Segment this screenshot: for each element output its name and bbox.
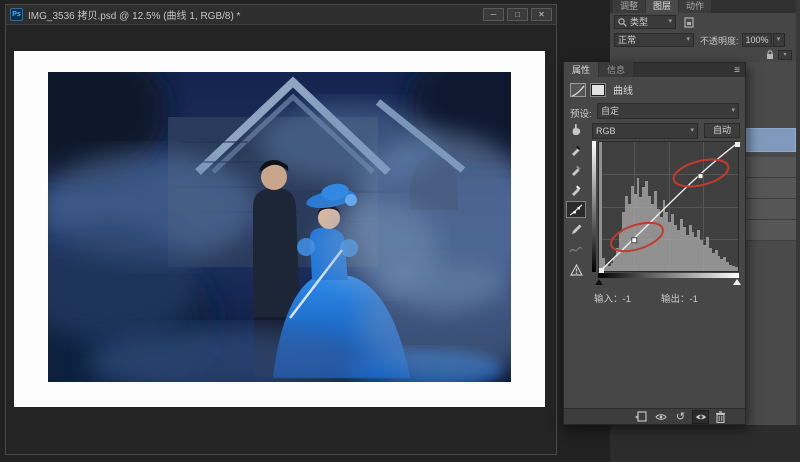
chevron-down-icon: ▾ — [668, 16, 672, 28]
canvas-paper — [14, 51, 545, 407]
panel-menu-icon[interactable]: ≡ — [729, 64, 745, 77]
tab-adjustments[interactable]: 调整 — [613, 0, 645, 13]
tab-info[interactable]: 信息 — [599, 62, 633, 77]
blend-mode-select[interactable]: 正常 ▾ — [614, 33, 694, 47]
delete-button[interactable] — [712, 410, 729, 424]
photo-canvas[interactable] — [48, 72, 511, 382]
close-button[interactable]: ✕ — [531, 8, 552, 21]
gray-point-eyedropper[interactable] — [566, 161, 586, 178]
preset-label: 预设: — [570, 106, 592, 120]
chevron-down-icon: ▾ — [777, 34, 781, 46]
blend-mode-row: 正常 ▾ 不透明度: 100% ▾ — [610, 31, 800, 49]
input-value: -1 — [623, 294, 631, 305]
search-icon — [618, 18, 627, 27]
document-title: IMG_3536 拷贝.psd @ 12.5% (曲线 1, RGB/8) * — [28, 7, 480, 22]
edit-points-tool[interactable] — [566, 201, 586, 218]
lock-row-fragment: ▾ — [610, 49, 800, 62]
pencil-tool[interactable] — [566, 221, 586, 238]
tab-layers[interactable]: 图层 — [646, 0, 678, 13]
input-label: 输入： — [594, 294, 623, 305]
opacity-value-field[interactable]: 100% — [742, 33, 772, 47]
channel-select[interactable]: RGB ▾ — [592, 123, 698, 139]
properties-tabstrip: 属性 信息 ≡ — [564, 63, 745, 77]
chevron-down-icon: ▾ — [686, 34, 690, 46]
maximize-button[interactable]: □ — [507, 8, 528, 21]
photoshop-logo-icon: Ps — [10, 8, 23, 21]
chevron-down-icon: ▾ — [690, 125, 694, 137]
clip-to-layer-button[interactable] — [632, 410, 649, 424]
document-window: Ps IMG_3536 拷贝.psd @ 12.5% (曲线 1, RGB/8)… — [5, 4, 557, 455]
reset-button[interactable]: ↺ — [672, 410, 689, 424]
tab-actions[interactable]: 动作 — [679, 0, 711, 13]
shadow-input-slider[interactable] — [595, 279, 603, 285]
layer-row[interactable] — [746, 199, 796, 220]
red-annotation-ellipse — [608, 217, 667, 257]
curve-point[interactable] — [698, 174, 703, 179]
chevron-down-icon: ▾ — [731, 105, 735, 117]
tab-properties[interactable]: 属性 — [564, 62, 598, 77]
lock-all-icon[interactable] — [766, 50, 774, 60]
curves-grid[interactable] — [598, 141, 739, 272]
layer-mask-thumbnail[interactable] — [591, 84, 605, 96]
layer-filter-type-select[interactable]: 类型 ▾ — [614, 15, 676, 29]
selected-adjustment-layer-row[interactable] — [746, 128, 796, 152]
auto-button[interactable]: 自动 — [704, 123, 740, 138]
layers-panel-tabstrip: 调整 图层 动作 — [610, 0, 800, 13]
visibility-button[interactable] — [692, 410, 709, 424]
highlight-input-slider[interactable] — [733, 279, 741, 285]
output-label: 输出： — [661, 294, 690, 305]
curve-svg — [599, 142, 740, 273]
targeted-adjustment-tool[interactable] — [569, 122, 583, 141]
minimize-button[interactable]: ─ — [483, 8, 504, 21]
opacity-dropdown-button[interactable]: ▾ — [773, 33, 785, 47]
preset-select[interactable]: 自定 ▾ — [597, 103, 739, 119]
curve-endpoint[interactable] — [735, 142, 740, 147]
layer-row[interactable] — [746, 220, 796, 241]
document-titlebar[interactable]: Ps IMG_3536 拷贝.psd @ 12.5% (曲线 1, RGB/8)… — [6, 5, 556, 25]
view-previous-state-button[interactable] — [652, 410, 669, 424]
adjustment-title: 曲线 — [613, 82, 633, 97]
histogram-warning-icon[interactable] — [566, 261, 586, 278]
photo-illustration — [48, 72, 511, 382]
input-gradient-bar — [598, 273, 739, 278]
dock-edge — [796, 0, 800, 462]
properties-panel: 属性 信息 ≡ 曲线 预设: 自定 ▾ RGB ▾ 自动 — [563, 62, 746, 425]
properties-bottom-toolbar: ↺ — [564, 408, 745, 424]
curve-point[interactable] — [632, 238, 637, 243]
dock-bottom-area — [610, 425, 800, 462]
black-point-eyedropper[interactable] — [566, 141, 586, 158]
curves-adjustment-icon — [570, 83, 586, 97]
pixel-filter-icon[interactable] — [684, 17, 694, 28]
layer-row[interactable] — [746, 178, 796, 199]
smooth-curve-tool — [566, 241, 586, 258]
curve-line[interactable] — [599, 142, 739, 272]
output-gradient-bar — [592, 141, 596, 272]
opacity-label: 不透明度: — [700, 34, 739, 47]
output-value: -1 — [690, 294, 698, 305]
fill-dropdown-button[interactable]: ▾ — [778, 50, 792, 60]
white-point-eyedropper[interactable] — [566, 181, 586, 198]
layer-row[interactable] — [746, 157, 796, 178]
layer-filter-row: 类型 ▾ — [610, 13, 800, 31]
